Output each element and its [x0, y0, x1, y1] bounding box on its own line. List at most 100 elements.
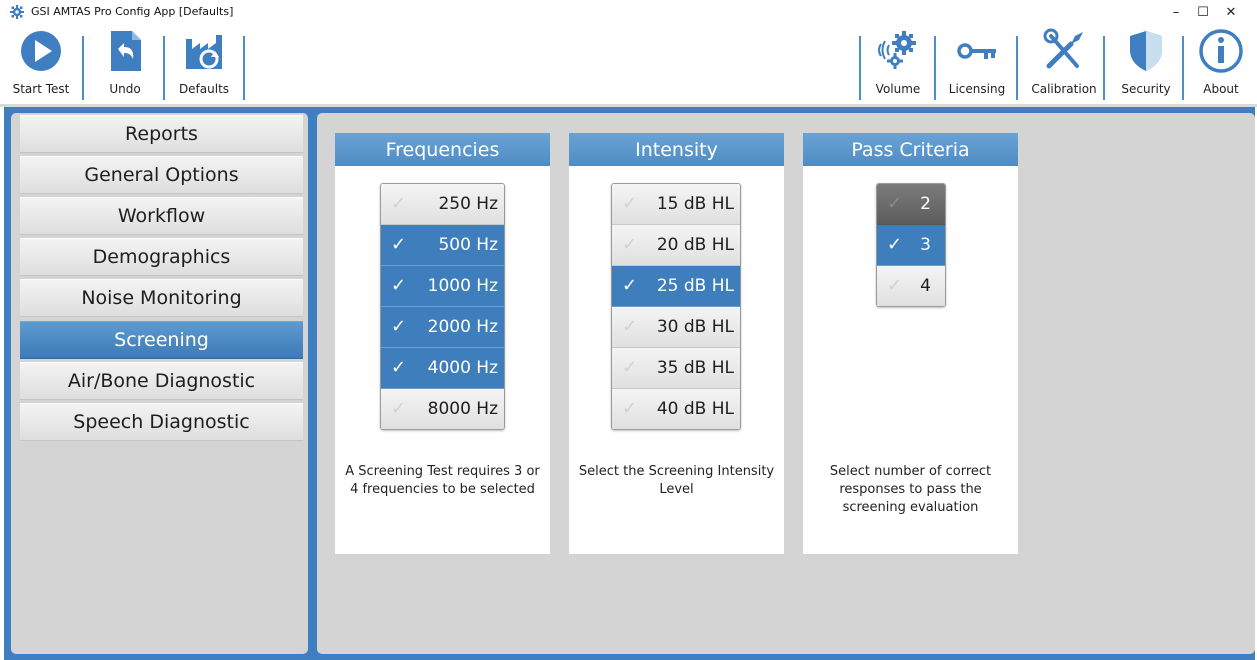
frequencies-list: ✓ 250 Hz ✓ 500 Hz ✓ 1000 Hz ✓ 2000 Hz ✓ 4000 …: [380, 183, 505, 430]
security-button[interactable]: Security: [1114, 28, 1178, 100]
pass-criteria-label: 4: [920, 276, 931, 296]
sidebar-item-speech-diagnostic[interactable]: Speech Diagnostic: [20, 403, 303, 441]
start-test-button[interactable]: Start Test: [10, 28, 72, 100]
check-icon: ✓: [391, 193, 407, 214]
factory-reset-icon: [186, 35, 222, 69]
intensity-option-15[interactable]: ✓ 15 dB HL: [612, 184, 740, 225]
sidebar-item-screening[interactable]: Screening: [20, 321, 303, 359]
frequencies-header: Frequencies: [335, 133, 550, 166]
frequency-option-1000[interactable]: ✓ 1000 Hz: [381, 266, 504, 307]
pass-criteria-option-2: ✓ 2: [877, 184, 945, 225]
frequencies-description: A Screening Test requires 3 or 4 frequen…: [345, 464, 540, 497]
info-icon: [1199, 29, 1243, 73]
pass-criteria-label: 3: [920, 235, 931, 255]
frequency-option-500[interactable]: ✓ 500 Hz: [381, 225, 504, 266]
pass-criteria-list: ✓ 2 ✓ 3 ✓ 4: [876, 183, 946, 307]
check-icon: ✓: [622, 357, 638, 378]
check-icon: ✓: [887, 193, 903, 214]
defaults-button[interactable]: Defaults: [172, 28, 236, 100]
toolbar-separator: [1103, 36, 1105, 100]
defaults-label: Defaults: [178, 82, 230, 96]
frequency-label: 250 Hz: [438, 194, 498, 214]
shield-icon: [1130, 31, 1162, 71]
title-bar: GSI AMTAS Pro Config App [Defaults] – ☐ …: [0, 0, 1257, 24]
calibration-label: Calibration: [1031, 82, 1097, 96]
check-icon: ✓: [391, 234, 407, 255]
licensing-button[interactable]: Licensing: [944, 28, 1010, 100]
undo-label: Undo: [109, 82, 141, 96]
check-icon: ✓: [622, 316, 638, 337]
undo-icon: [111, 31, 141, 71]
frequency-label: 2000 Hz: [427, 317, 498, 337]
intensity-option-30[interactable]: ✓ 30 dB HL: [612, 307, 740, 348]
intensity-list: ✓ 15 dB HL ✓ 20 dB HL ✓ 25 dB HL ✓ 30 dB HL …: [611, 183, 741, 430]
check-icon: ✓: [887, 234, 903, 255]
pass-criteria-label: 2: [920, 194, 931, 214]
licensing-label: Licensing: [948, 82, 1006, 96]
check-icon: ✓: [887, 275, 903, 296]
sidebar-item-air-bone-diagnostic[interactable]: Air/Bone Diagnostic: [20, 362, 303, 400]
toolbar-separator: [934, 36, 936, 100]
pass-criteria-description: Select number of correct responses to pa…: [829, 464, 992, 515]
frequencies-card: Frequencies ✓ 250 Hz ✓ 500 Hz ✓ 1000 Hz ✓ 20…: [335, 133, 550, 554]
check-icon: ✓: [622, 234, 638, 255]
check-icon: ✓: [622, 275, 638, 296]
frequency-label: 500 Hz: [438, 235, 498, 255]
frequency-option-8000[interactable]: ✓ 8000 Hz: [381, 389, 504, 429]
intensity-description: Select the Screening Intensity Level: [578, 464, 775, 497]
check-icon: ✓: [622, 398, 638, 419]
app-gear-icon: [10, 5, 24, 19]
sidebar-item-workflow[interactable]: Workflow: [20, 197, 303, 235]
frequency-option-4000[interactable]: ✓ 4000 Hz: [381, 348, 504, 389]
volume-button[interactable]: Volume: [866, 28, 930, 100]
pass-criteria-header: Pass Criteria: [803, 133, 1018, 166]
intensity-label: 20 dB HL: [656, 235, 734, 255]
check-icon: ✓: [391, 357, 407, 378]
intensity-label: 40 dB HL: [656, 399, 734, 419]
intensity-header: Intensity: [569, 133, 784, 166]
volume-gear-icon: [878, 31, 916, 69]
intensity-option-20[interactable]: ✓ 20 dB HL: [612, 225, 740, 266]
window-title: GSI AMTAS Pro Config App [Defaults]: [31, 5, 234, 18]
frequency-label: 8000 Hz: [427, 399, 498, 419]
pass-criteria-card: Pass Criteria ✓ 2 ✓ 3 ✓ 4 Select number of …: [803, 133, 1018, 554]
intensity-option-25[interactable]: ✓ 25 dB HL: [612, 266, 740, 307]
sidebar: Reports General Options Workflow Demogra…: [11, 113, 308, 654]
frequency-option-2000[interactable]: ✓ 2000 Hz: [381, 307, 504, 348]
pass-criteria-option-4[interactable]: ✓ 4: [877, 266, 945, 306]
toolbar: Start Test Undo Defaults Volume Licensin…: [0, 24, 1257, 104]
about-button[interactable]: About: [1190, 28, 1252, 100]
intensity-label: 35 dB HL: [656, 358, 734, 378]
sidebar-item-demographics[interactable]: Demographics: [20, 238, 303, 276]
sidebar-item-noise-monitoring[interactable]: Noise Monitoring: [20, 279, 303, 317]
start-test-label: Start Test: [12, 82, 70, 96]
key-icon: [957, 43, 996, 59]
sidebar-item-reports[interactable]: Reports: [20, 115, 303, 153]
toolbar-separator: [859, 36, 861, 100]
check-icon: ✓: [391, 316, 407, 337]
tools-icon: [1043, 28, 1083, 69]
frequency-option-250[interactable]: ✓ 250 Hz: [381, 184, 504, 225]
close-button[interactable]: ✕: [1212, 0, 1250, 24]
play-icon: [21, 31, 61, 71]
calibration-button[interactable]: Calibration: [1028, 28, 1100, 100]
intensity-label: 30 dB HL: [656, 317, 734, 337]
intensity-option-35[interactable]: ✓ 35 dB HL: [612, 348, 740, 389]
security-label: Security: [1121, 82, 1171, 96]
about-label: About: [1203, 82, 1239, 96]
sidebar-item-general-options[interactable]: General Options: [20, 156, 303, 194]
toolbar-separator: [243, 36, 245, 100]
intensity-label: 15 dB HL: [656, 194, 734, 214]
check-icon: ✓: [391, 398, 407, 419]
check-icon: ✓: [622, 193, 638, 214]
frequency-label: 4000 Hz: [427, 358, 498, 378]
toolbar-separator: [82, 36, 84, 100]
intensity-option-40[interactable]: ✓ 40 dB HL: [612, 389, 740, 429]
intensity-card: Intensity ✓ 15 dB HL ✓ 20 dB HL ✓ 25 dB HL …: [569, 133, 784, 554]
intensity-label: 25 dB HL: [656, 276, 734, 296]
toolbar-separator: [1016, 36, 1018, 100]
volume-label: Volume: [875, 82, 921, 96]
check-icon: ✓: [391, 275, 407, 296]
undo-button[interactable]: Undo: [94, 28, 156, 100]
pass-criteria-option-3[interactable]: ✓ 3: [877, 225, 945, 266]
